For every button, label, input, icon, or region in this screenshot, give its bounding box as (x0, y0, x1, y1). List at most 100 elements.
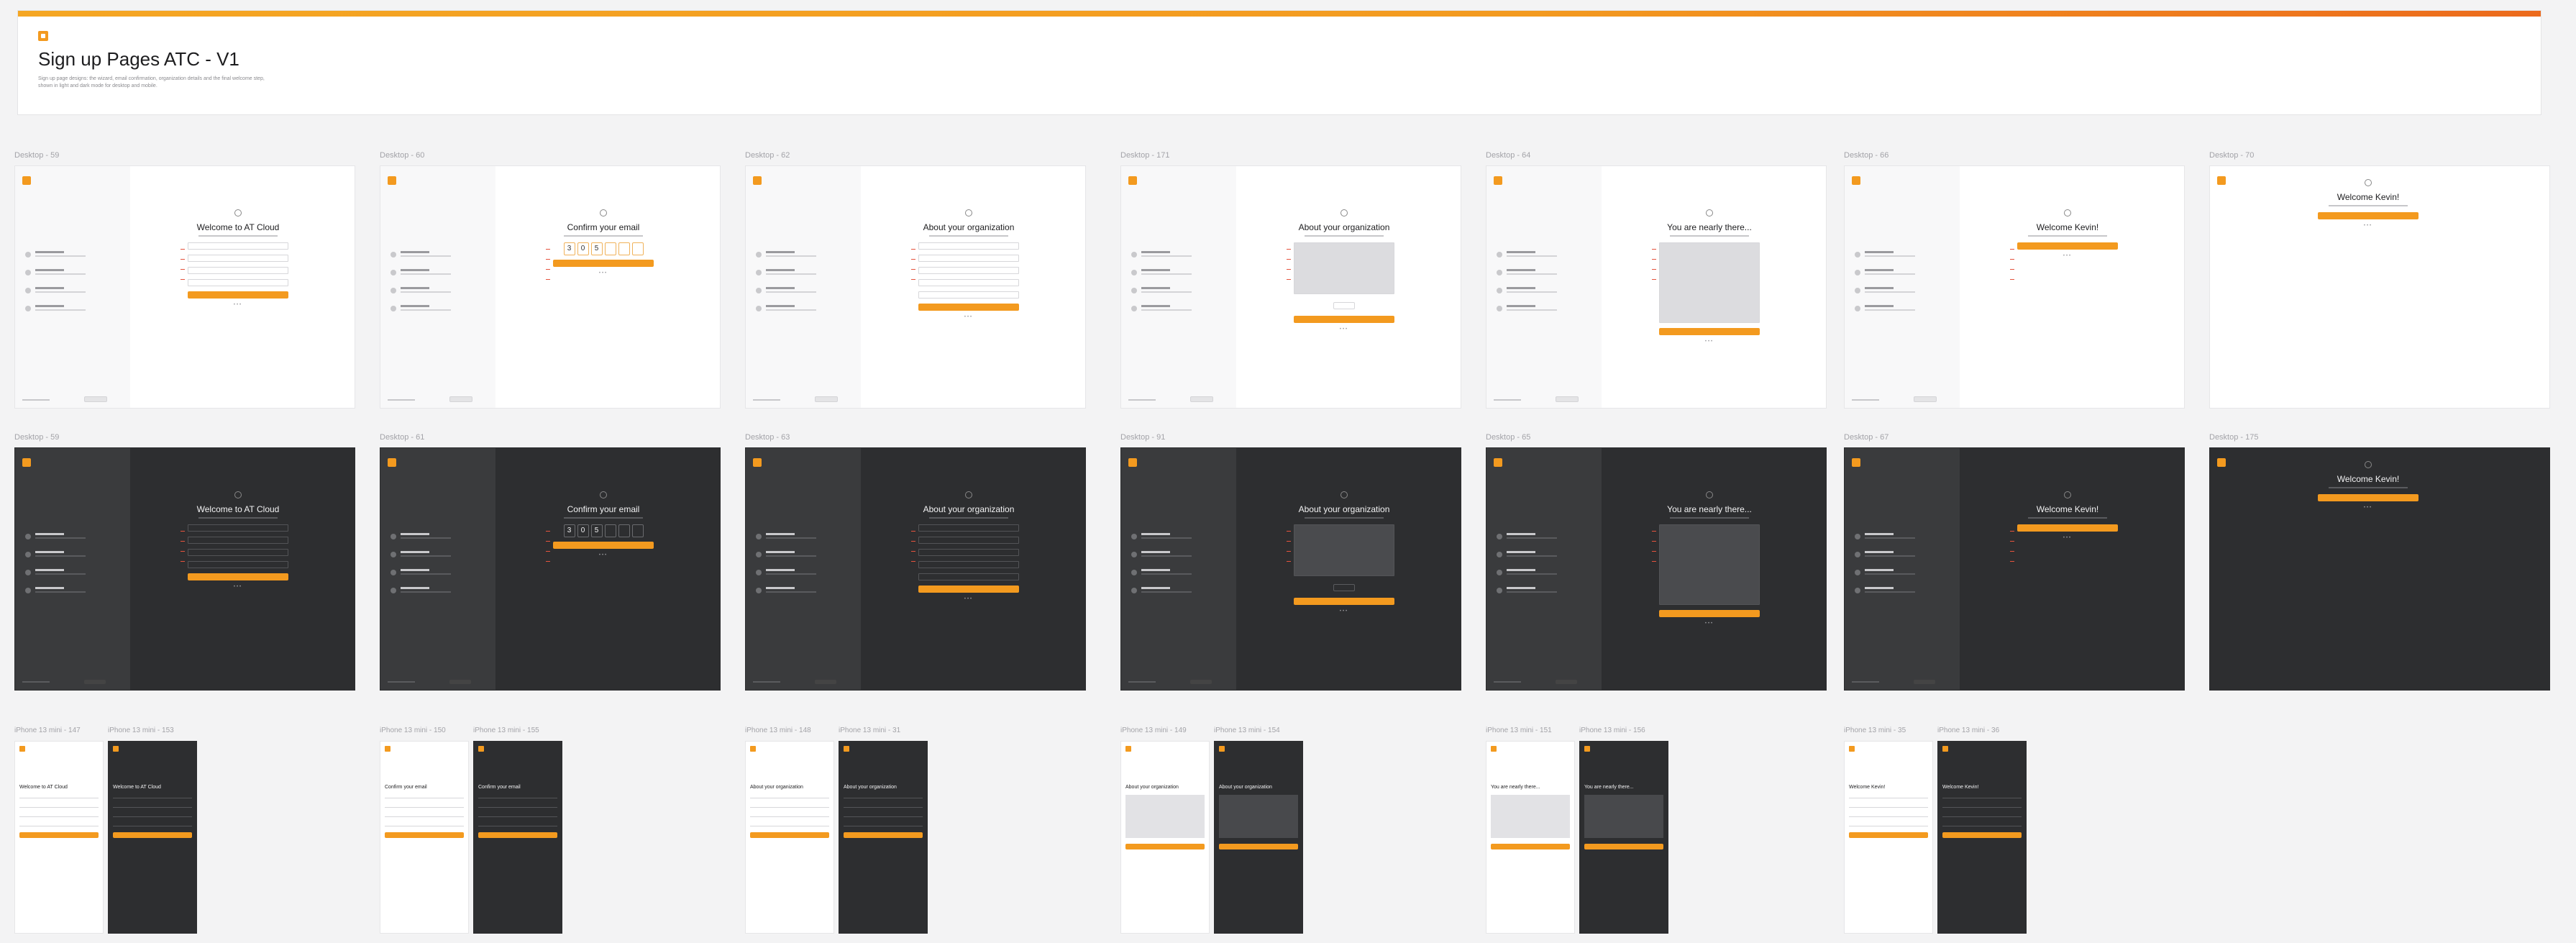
wizard-step[interactable] (390, 587, 491, 593)
form-input[interactable] (385, 795, 464, 798)
form-input[interactable] (918, 537, 1019, 544)
wizard-step[interactable] (1131, 269, 1232, 275)
wizard-step[interactable] (1131, 251, 1232, 258)
wizard-step[interactable] (756, 533, 857, 539)
form-input[interactable] (188, 537, 288, 544)
submit-button[interactable] (478, 832, 557, 838)
language-select[interactable] (1190, 680, 1212, 684)
form-input[interactable] (188, 255, 288, 262)
form-input[interactable] (1942, 814, 2022, 817)
next-button[interactable] (1294, 316, 1394, 323)
wizard-step[interactable] (1131, 551, 1232, 557)
wizard-step[interactable] (1497, 251, 1597, 258)
language-select[interactable] (815, 680, 836, 684)
wizard-step[interactable] (390, 551, 491, 557)
language-select[interactable] (1190, 396, 1213, 402)
wizard-step[interactable] (1855, 533, 1955, 539)
wizard-step[interactable] (25, 251, 126, 258)
get-started-button[interactable] (2017, 242, 2118, 250)
submit-button[interactable] (918, 586, 1019, 593)
form-input[interactable] (918, 279, 1019, 286)
form-input[interactable] (750, 795, 829, 798)
language-select[interactable] (1914, 680, 1935, 684)
submit-button[interactable] (188, 573, 288, 580)
language-select[interactable] (1556, 680, 1577, 684)
wizard-step[interactable] (1497, 587, 1597, 593)
code-digit-empty[interactable] (631, 524, 644, 537)
form-input[interactable] (478, 795, 557, 798)
code-digit-empty[interactable] (618, 242, 630, 255)
wizard-step[interactable] (25, 587, 126, 593)
get-started-button[interactable] (2017, 524, 2118, 532)
wizard-step[interactable] (1497, 305, 1597, 311)
form-input[interactable] (1849, 823, 1928, 826)
finish-button[interactable] (1659, 610, 1760, 617)
submit-button[interactable] (385, 832, 464, 838)
wizard-step[interactable] (1131, 569, 1232, 575)
wizard-step[interactable] (1497, 287, 1597, 293)
form-input[interactable] (918, 255, 1019, 262)
language-select[interactable] (1556, 396, 1579, 402)
code-digit[interactable]: 5 (590, 524, 603, 537)
form-input[interactable] (750, 823, 829, 826)
form-input[interactable] (19, 823, 99, 826)
continue-button[interactable] (553, 260, 654, 267)
wizard-step[interactable] (25, 569, 126, 575)
wizard-step[interactable] (25, 305, 126, 311)
form-input[interactable] (918, 549, 1019, 556)
form-input[interactable] (385, 814, 464, 817)
verification-code[interactable]: 305 (553, 524, 654, 537)
wizard-step[interactable] (390, 269, 491, 275)
submit-button[interactable] (1849, 832, 1928, 838)
submit-button[interactable] (750, 832, 829, 838)
wizard-step[interactable] (756, 587, 857, 593)
submit-button[interactable] (113, 832, 192, 838)
form-input[interactable] (918, 573, 1019, 580)
form-input[interactable] (188, 561, 288, 568)
language-select[interactable] (815, 396, 838, 402)
wizard-step[interactable] (25, 287, 126, 293)
code-digit[interactable]: 3 (563, 242, 575, 255)
wizard-step[interactable] (1131, 287, 1232, 293)
language-select[interactable] (84, 396, 107, 402)
wizard-step[interactable] (1855, 287, 1955, 293)
form-input[interactable] (918, 524, 1019, 532)
submit-button[interactable] (1584, 844, 1663, 849)
form-input[interactable] (844, 814, 923, 817)
code-digit[interactable]: 5 (590, 242, 603, 255)
form-input[interactable] (188, 524, 288, 532)
next-button[interactable] (1294, 598, 1394, 605)
wizard-step[interactable] (1855, 251, 1955, 258)
form-input[interactable] (918, 267, 1019, 274)
wizard-step[interactable] (756, 551, 857, 557)
wizard-step[interactable] (1497, 533, 1597, 539)
language-select[interactable] (449, 396, 472, 402)
wizard-step[interactable] (25, 551, 126, 557)
language-select[interactable] (84, 680, 106, 684)
code-digit[interactable]: 3 (563, 524, 575, 537)
wizard-step[interactable] (1131, 587, 1232, 593)
wizard-step[interactable] (390, 287, 491, 293)
form-input[interactable] (188, 549, 288, 556)
form-input[interactable] (1849, 795, 1928, 798)
wizard-step[interactable] (390, 305, 491, 311)
wizard-step[interactable] (390, 251, 491, 258)
wizard-step[interactable] (25, 533, 126, 539)
submit-button[interactable] (918, 304, 1019, 311)
form-input[interactable] (750, 804, 829, 808)
form-input[interactable] (1942, 804, 2022, 808)
get-started-button[interactable] (2318, 494, 2419, 501)
form-input[interactable] (19, 804, 99, 808)
form-input[interactable] (385, 804, 464, 808)
finish-button[interactable] (1659, 328, 1760, 335)
wizard-step[interactable] (756, 269, 857, 275)
wizard-step[interactable] (756, 305, 857, 311)
code-digit[interactable]: 0 (577, 242, 589, 255)
form-input[interactable] (1942, 823, 2022, 826)
code-digit-empty[interactable] (604, 242, 616, 255)
form-input[interactable] (844, 795, 923, 798)
form-input[interactable] (113, 804, 192, 808)
wizard-step[interactable] (1855, 551, 1955, 557)
form-input[interactable] (918, 242, 1019, 250)
form-input[interactable] (19, 814, 99, 817)
